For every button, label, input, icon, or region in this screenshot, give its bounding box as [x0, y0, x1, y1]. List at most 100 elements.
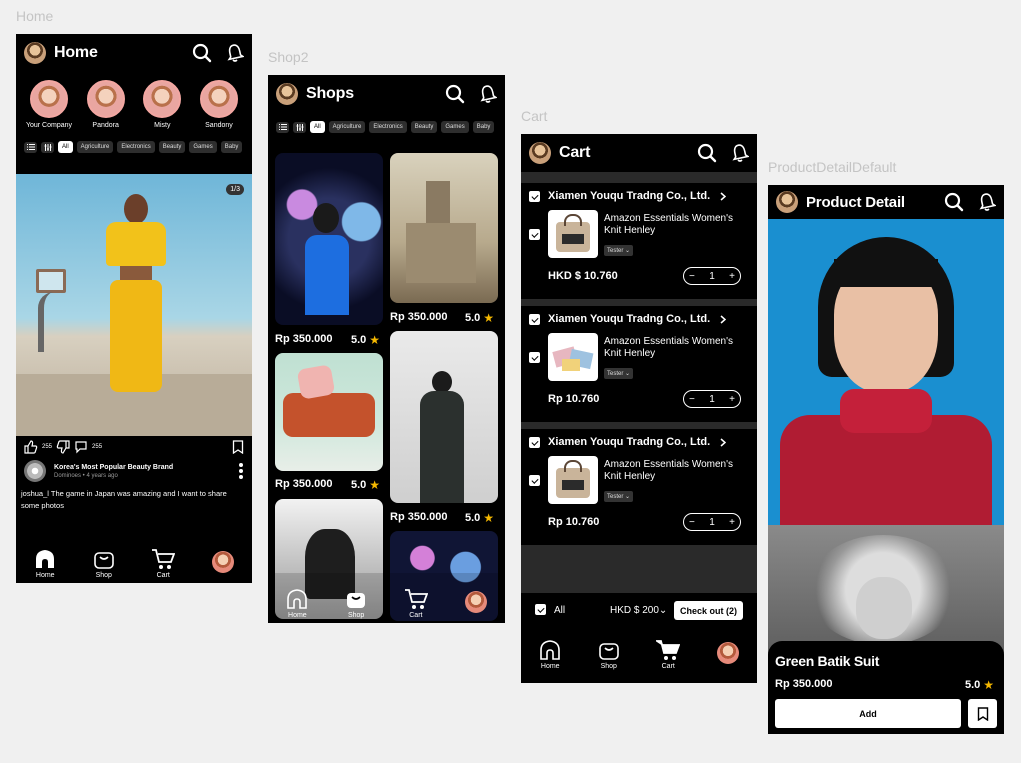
pager-badge: 1/3: [226, 184, 244, 195]
chip-beauty[interactable]: Beauty: [158, 141, 186, 153]
nav-profile[interactable]: [211, 551, 234, 579]
item-checkbox[interactable]: [529, 475, 540, 486]
story-item[interactable]: Misty: [136, 80, 188, 129]
bookmark-icon[interactable]: [232, 440, 244, 454]
variant-select[interactable]: Tester ⌄: [604, 245, 634, 256]
plus-icon[interactable]: +: [729, 394, 735, 405]
add-button[interactable]: Add: [775, 699, 961, 728]
list-view-icon[interactable]: [24, 141, 37, 153]
story-label: Sandony: [205, 122, 233, 129]
search-icon[interactable]: [445, 84, 465, 104]
chip-games[interactable]: Games: [189, 141, 217, 153]
chevron-right-icon[interactable]: [720, 192, 726, 201]
chip-electronics[interactable]: Electronics: [117, 141, 155, 153]
product-image[interactable]: [275, 353, 383, 471]
author-avatar[interactable]: [24, 460, 46, 482]
nav-cart[interactable]: Cart: [151, 548, 176, 579]
minus-icon[interactable]: −: [689, 271, 695, 282]
bell-icon[interactable]: [479, 84, 497, 104]
shop-name[interactable]: Xiamen Youqu Tradng Co., Ltd.: [548, 190, 710, 202]
product-thumbnail[interactable]: [548, 456, 598, 504]
product-name[interactable]: Amazon Essentials Women's Knit Henley: [604, 213, 744, 237]
story-item[interactable]: Sandony: [193, 80, 245, 129]
nav-home[interactable]: Home: [286, 588, 308, 619]
nav-shop[interactable]: Shop: [93, 548, 115, 579]
chip-all[interactable]: All: [310, 121, 325, 133]
product-image[interactable]: [390, 331, 498, 503]
product-thumbnail[interactable]: [548, 333, 598, 381]
product-image[interactable]: [390, 153, 498, 303]
avatar[interactable]: [529, 142, 551, 164]
product-image[interactable]: [275, 153, 383, 325]
page-title: Home: [54, 44, 98, 61]
avatar[interactable]: [24, 42, 46, 64]
thumbs-down-icon[interactable]: [56, 440, 70, 454]
avatar[interactable]: [276, 83, 298, 105]
variant-select[interactable]: Tester ⌄: [604, 368, 634, 379]
list-view-icon[interactable]: [276, 121, 289, 133]
nav-cart[interactable]: Cart: [404, 588, 428, 619]
thumbs-up-icon[interactable]: [24, 440, 38, 454]
filter-icon[interactable]: [41, 141, 54, 153]
filter-icon[interactable]: [293, 121, 306, 133]
product-name[interactable]: Amazon Essentials Women's Knit Henley: [604, 336, 744, 360]
shop-checkbox[interactable]: [529, 314, 540, 325]
bookmark-icon: [977, 706, 988, 721]
item-checkbox[interactable]: [529, 352, 540, 363]
chip-all[interactable]: All: [58, 141, 73, 153]
product-name[interactable]: Amazon Essentials Women's Knit Henley: [604, 459, 744, 483]
post-image[interactable]: [16, 174, 252, 436]
bell-icon[interactable]: [226, 43, 244, 63]
chevron-right-icon[interactable]: [720, 438, 726, 447]
chip-baby[interactable]: Baby: [220, 141, 243, 153]
nav-home[interactable]: Home: [34, 548, 56, 579]
search-icon[interactable]: [944, 192, 964, 212]
search-icon[interactable]: [192, 43, 212, 63]
product-main-image[interactable]: [768, 219, 1004, 525]
story-item[interactable]: Your Company: [23, 80, 75, 129]
total-select[interactable]: HKD $ 200⌄: [610, 605, 667, 616]
cart-group: Xiamen Youqu Tradng Co., Ltd. Amazon Ess…: [521, 183, 757, 299]
profile-avatar: [716, 642, 739, 664]
nav-home[interactable]: Home: [539, 639, 561, 670]
quantity-stepper[interactable]: − 1 +: [683, 267, 741, 285]
item-checkbox[interactable]: [529, 229, 540, 240]
chip-agriculture[interactable]: Agriculture: [328, 121, 366, 133]
nav-profile[interactable]: [464, 591, 487, 619]
nav-shop[interactable]: Shop: [598, 639, 620, 670]
minus-icon[interactable]: −: [689, 394, 695, 405]
avatar[interactable]: [776, 191, 798, 213]
chip-beauty[interactable]: Beauty: [410, 121, 438, 133]
bottom-nav: Home Shop Cart: [521, 639, 757, 670]
chip-baby[interactable]: Baby: [472, 121, 495, 133]
search-icon[interactable]: [697, 143, 717, 163]
shop-checkbox[interactable]: [529, 191, 540, 202]
select-all-checkbox[interactable]: [535, 604, 546, 615]
nav-shop[interactable]: Shop: [345, 588, 367, 619]
quantity-stepper[interactable]: − 1 +: [683, 390, 741, 408]
product-thumbnail[interactable]: [548, 210, 598, 258]
shop-name[interactable]: Xiamen Youqu Tradng Co., Ltd.: [548, 313, 710, 325]
bell-icon[interactable]: [731, 143, 749, 163]
bookmark-button[interactable]: [968, 699, 997, 728]
bell-icon[interactable]: [978, 192, 996, 212]
minus-icon[interactable]: −: [689, 517, 695, 528]
story-item[interactable]: Pandora: [80, 80, 132, 129]
comment-icon[interactable]: [74, 440, 88, 454]
shop-name[interactable]: Xiamen Youqu Tradng Co., Ltd.: [548, 436, 710, 448]
post-actions: 255 255: [24, 440, 244, 454]
plus-icon[interactable]: +: [729, 517, 735, 528]
checkout-button[interactable]: Check out (2): [674, 601, 743, 620]
shop-checkbox[interactable]: [529, 437, 540, 448]
chip-electronics[interactable]: Electronics: [369, 121, 407, 133]
chip-games[interactable]: Games: [441, 121, 469, 133]
quantity-stepper[interactable]: − 1 +: [683, 513, 741, 531]
cart-screen: Cart Xiamen Youqu Tradng Co., Ltd. Amazo…: [521, 134, 757, 683]
nav-cart[interactable]: Cart: [656, 639, 681, 670]
chip-agriculture[interactable]: Agriculture: [76, 141, 114, 153]
more-icon[interactable]: [238, 462, 244, 480]
plus-icon[interactable]: +: [729, 271, 735, 282]
chevron-right-icon[interactable]: [720, 315, 726, 324]
nav-profile[interactable]: [716, 642, 739, 670]
variant-select[interactable]: Tester ⌄: [604, 491, 634, 502]
